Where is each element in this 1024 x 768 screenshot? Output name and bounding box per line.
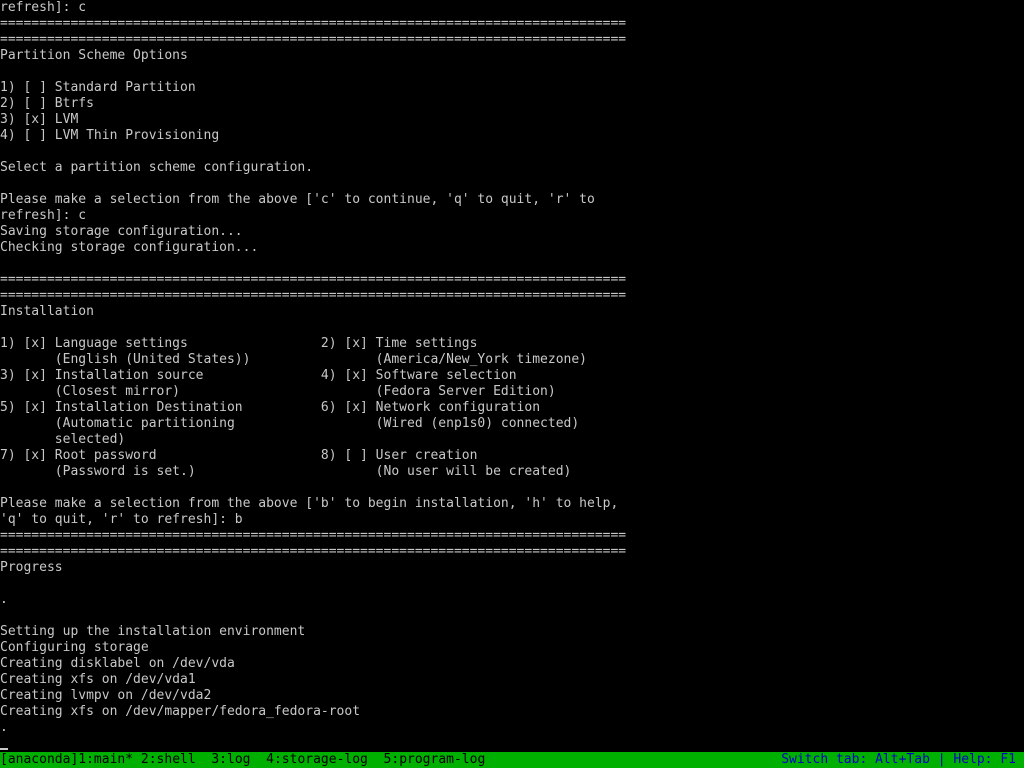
console-line: (Password is set.) (No user will be crea… <box>0 464 572 479</box>
tmux-window-tab-3-log[interactable]: 3:log <box>204 752 259 767</box>
console-line: (Closest mirror) (Fedora Server Edition) <box>0 384 556 399</box>
console-line: refresh]: c <box>0 208 87 223</box>
tmux-status-bar: [anaconda]1:main* 2:shell 3:log 4:storag… <box>0 752 1024 768</box>
console-line: ========================================… <box>0 32 627 47</box>
console-line: (English (United States)) (America/New_Y… <box>0 352 587 367</box>
console-line: Please make a selection from the above [… <box>0 496 619 511</box>
console-line: Saving storage configuration... <box>0 224 243 239</box>
console-line: Partition Scheme Options <box>0 48 188 63</box>
console-line: . <box>0 720 8 735</box>
console-line: selected) <box>0 432 126 447</box>
console-line: Creating disklabel on /dev/vda <box>0 656 235 671</box>
console-line: Creating lvmpv on /dev/vda2 <box>0 688 212 703</box>
tmux-window-tab-5-program-log[interactable]: 5:program-log <box>376 752 486 767</box>
console-line: 5) [x] Installation Destination 6) [x] N… <box>0 400 541 415</box>
console-line: Installation <box>0 304 94 319</box>
console-line: 2) [ ] Btrfs <box>0 96 94 111</box>
console-line: 1) [x] Language settings 2) [x] Time set… <box>0 336 478 351</box>
tmux-help-text: Switch tab: Alt+Tab | Help: F1 <box>781 752 1016 767</box>
tmux-window-tab-anaconda-1-main[interactable]: [anaconda]1:main* <box>0 752 133 767</box>
console-line: (Automatic partitioning (Wired (enp1s0) … <box>0 416 580 431</box>
console-line: ========================================… <box>0 528 627 543</box>
terminal-screen: refresh]: c =============================… <box>0 0 1024 768</box>
console-line: Progress <box>0 560 63 575</box>
tmux-window-tab-4-storage-log[interactable]: 4:storage-log <box>258 752 375 767</box>
console-line: 3) [x] LVM <box>0 112 79 127</box>
console-line: . <box>0 592 8 607</box>
console-line: Setting up the installation environment <box>0 624 306 639</box>
tmux-window-list: [anaconda]1:main* 2:shell 3:log 4:storag… <box>0 752 485 768</box>
console-line: ========================================… <box>0 288 627 303</box>
console-line: Creating xfs on /dev/vda1 <box>0 672 196 687</box>
console-line: ========================================… <box>0 16 627 31</box>
tmux-window-tab-2-shell[interactable]: 2:shell <box>133 752 203 767</box>
text-cursor <box>0 748 8 750</box>
console-line: 7) [x] Root password 8) [ ] User creatio… <box>0 448 478 463</box>
console-line: Select a partition scheme configuration. <box>0 160 314 175</box>
console-line: ========================================… <box>0 272 627 287</box>
console-line: Checking storage configuration... <box>0 240 259 255</box>
console-line: ========================================… <box>0 544 627 559</box>
console-line: refresh]: c <box>0 0 87 15</box>
console-line: Creating xfs on /dev/mapper/fedora_fedor… <box>0 704 361 719</box>
anaconda-text-console: refresh]: c =============================… <box>0 0 1024 752</box>
console-line: 'q' to quit, 'r' to refresh]: b <box>0 512 243 527</box>
console-line: Please make a selection from the above [… <box>0 192 595 207</box>
console-line: 4) [ ] LVM Thin Provisioning <box>0 128 220 143</box>
console-line: 3) [x] Installation source 4) [x] Softwa… <box>0 368 517 383</box>
console-line: Configuring storage <box>0 640 149 655</box>
console-line: 1) [ ] Standard Partition <box>0 80 196 95</box>
